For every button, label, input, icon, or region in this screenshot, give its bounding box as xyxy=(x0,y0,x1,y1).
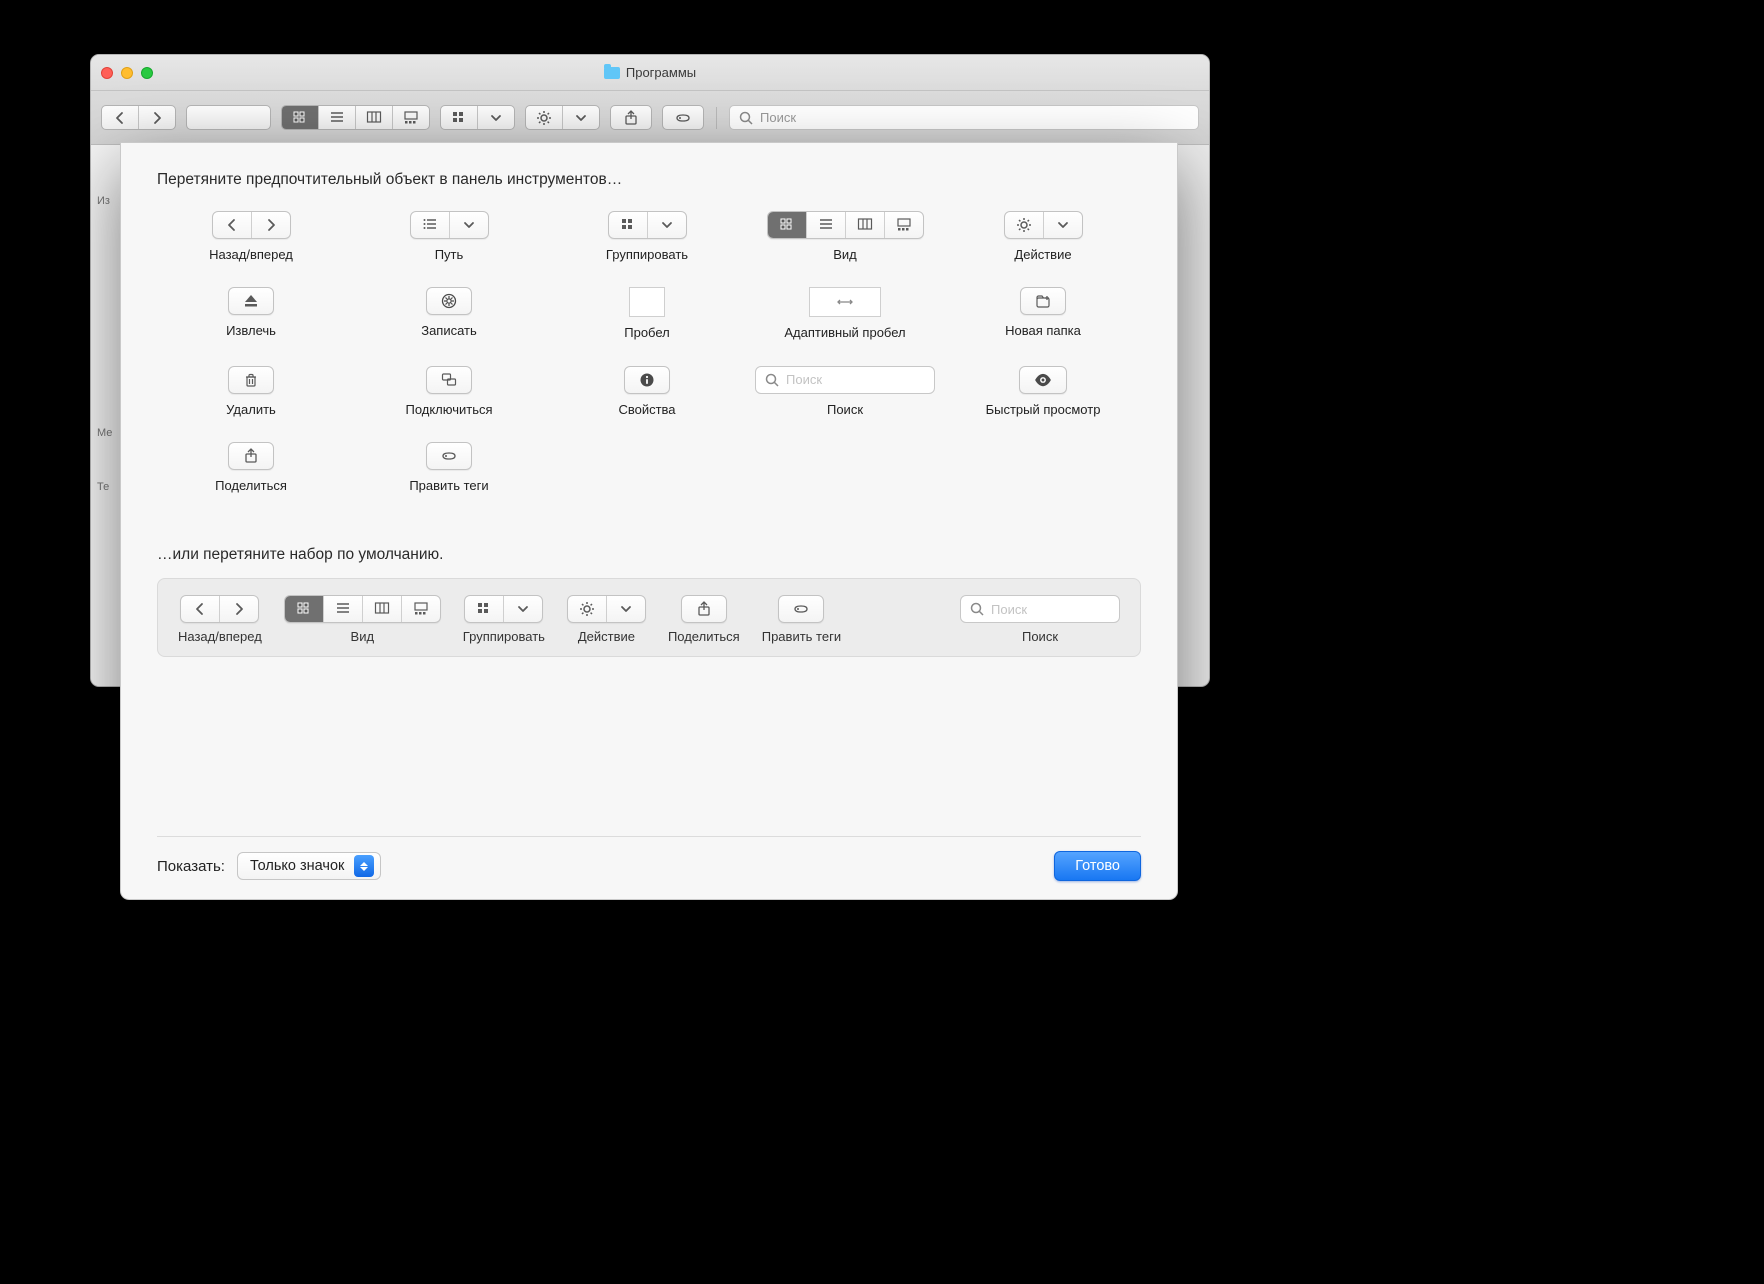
default-toolbar-set[interactable]: Назад/вперед Вид Группировать Действие П… xyxy=(157,578,1141,657)
burn-icon xyxy=(427,288,471,314)
default-search[interactable]: Поиск Поиск xyxy=(960,595,1120,644)
icon-view-button[interactable] xyxy=(282,106,318,129)
search-icon xyxy=(738,110,754,126)
share-button[interactable] xyxy=(610,105,652,130)
item-tags[interactable]: Править теги xyxy=(355,442,543,494)
flex-space-icon xyxy=(809,287,881,317)
sheet-heading: Перетяните предпочтительный объект в пан… xyxy=(157,171,1141,189)
eye-icon xyxy=(1020,367,1066,393)
default-back-forward[interactable]: Назад/вперед xyxy=(178,595,262,644)
show-select[interactable]: Только значок xyxy=(237,852,381,880)
default-group[interactable]: Группировать xyxy=(463,595,545,644)
item-search[interactable]: Поиск Поиск xyxy=(751,366,939,418)
item-burn[interactable]: Записать xyxy=(355,287,543,341)
column-view-button[interactable] xyxy=(355,106,392,129)
item-connect[interactable]: Подключиться xyxy=(355,366,543,418)
show-label: Показать: xyxy=(157,858,225,875)
info-icon xyxy=(625,367,669,393)
tag-icon xyxy=(427,443,471,469)
sidebar: Из Ме Те xyxy=(91,145,121,686)
titlebar[interactable]: Программы xyxy=(91,55,1209,91)
item-back-forward[interactable]: Назад/вперед xyxy=(157,211,345,263)
item-new-folder[interactable]: Новая папка xyxy=(949,287,1137,341)
default-set-heading: …или перетяните набор по умолчанию. xyxy=(157,546,1141,564)
item-group[interactable]: Группировать xyxy=(553,211,741,263)
action-menu[interactable] xyxy=(525,105,600,130)
minimize-button[interactable] xyxy=(121,67,133,79)
tags-button[interactable] xyxy=(662,105,704,130)
item-info[interactable]: Свойства xyxy=(553,366,741,418)
gallery-view-button[interactable] xyxy=(392,106,429,129)
item-share[interactable]: Поделиться xyxy=(157,442,345,494)
eject-icon xyxy=(229,288,273,314)
item-eject[interactable]: Извлечь xyxy=(157,287,345,341)
item-quicklook[interactable]: Быстрый просмотр xyxy=(949,366,1137,418)
default-action[interactable]: Действие xyxy=(567,595,646,644)
space-icon xyxy=(629,287,665,317)
list-view-button[interactable] xyxy=(318,106,355,129)
back-button[interactable] xyxy=(102,106,138,129)
new-folder-icon xyxy=(1021,288,1065,314)
nav-back-forward[interactable] xyxy=(101,105,176,130)
customize-toolbar-sheet: Перетяните предпочтительный объект в пан… xyxy=(120,142,1178,900)
search-placeholder: Поиск xyxy=(760,110,796,125)
default-view[interactable]: Вид xyxy=(284,595,441,644)
item-action[interactable]: Действие xyxy=(949,211,1137,263)
item-view[interactable]: Вид xyxy=(751,211,939,263)
group-menu[interactable] xyxy=(440,105,515,130)
forward-button[interactable] xyxy=(138,106,175,129)
toolbar: Поиск xyxy=(91,91,1209,145)
connect-icon xyxy=(427,367,471,393)
sheet-footer: Показать: Только значок Готово xyxy=(157,836,1141,881)
folder-icon xyxy=(604,67,620,79)
window-title: Программы xyxy=(91,55,1209,90)
search-field[interactable]: Поиск xyxy=(729,105,1199,130)
default-tags[interactable]: Править теги xyxy=(762,595,841,644)
traffic-lights xyxy=(101,67,153,79)
share-icon xyxy=(229,443,273,469)
toolbar-separator xyxy=(716,107,717,129)
default-share[interactable]: Поделиться xyxy=(668,595,740,644)
toolbar-items-grid: Назад/вперед Путь Группировать Вид Дейст… xyxy=(157,211,1137,494)
item-flex-space[interactable]: Адаптивный пробел xyxy=(751,287,939,341)
select-stepper-icon xyxy=(354,855,374,877)
item-space[interactable]: Пробел xyxy=(553,287,741,341)
done-button[interactable]: Готово xyxy=(1054,851,1141,881)
item-path[interactable]: Путь xyxy=(355,211,543,263)
close-button[interactable] xyxy=(101,67,113,79)
show-select-value: Только значок xyxy=(250,858,344,874)
item-delete[interactable]: Удалить xyxy=(157,366,345,418)
search-icon xyxy=(764,372,780,388)
search-icon xyxy=(969,601,985,617)
path-control[interactable] xyxy=(186,105,271,130)
view-switcher[interactable] xyxy=(281,105,430,130)
zoom-button[interactable] xyxy=(141,67,153,79)
trash-icon xyxy=(229,367,273,393)
window-title-text: Программы xyxy=(626,65,696,80)
